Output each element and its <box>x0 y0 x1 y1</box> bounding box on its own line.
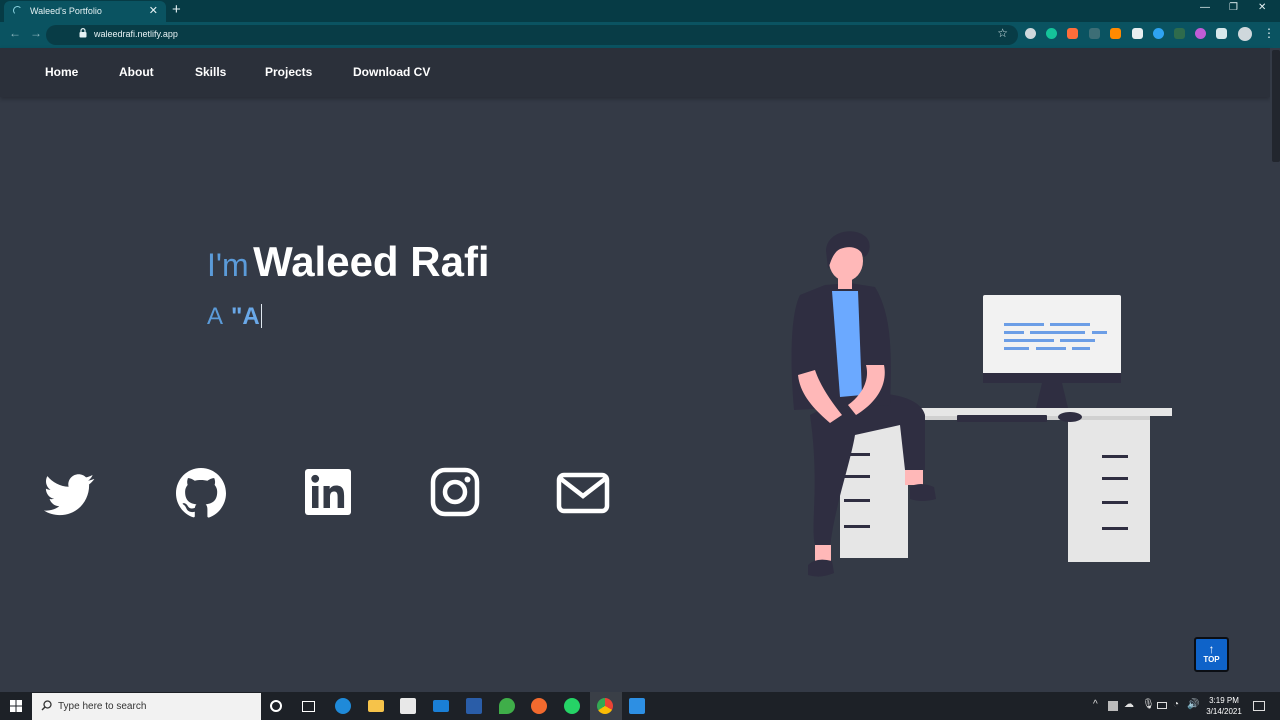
windows-start-icon[interactable] <box>0 692 32 720</box>
address-bar[interactable]: waleedrafi.netlify.app ☆ <box>46 25 1018 45</box>
hero-typing-line: A "A <box>207 303 263 331</box>
chrome-icon[interactable] <box>597 698 613 714</box>
extension-icon-6[interactable] <box>1132 28 1143 39</box>
edge-icon[interactable] <box>335 698 351 714</box>
tab-title: Waleed's Portfolio <box>30 6 102 16</box>
app-icon-5[interactable] <box>466 698 482 714</box>
tray-expand-icon[interactable]: ^ <box>1093 699 1098 710</box>
lock-icon <box>79 28 87 38</box>
taskbar-search-input[interactable]: Type here to search <box>32 693 261 720</box>
extension-icon-7[interactable] <box>1153 28 1164 39</box>
search-icon <box>41 700 52 711</box>
tab-close-icon[interactable]: ✕ <box>149 4 158 17</box>
clock-time: 3:19 PM <box>1209 696 1239 705</box>
hero-greeting: I'm <box>207 247 249 283</box>
camera-extension-icon[interactable] <box>1025 28 1036 39</box>
browser-tab[interactable]: Waleed's Portfolio ✕ <box>4 1 166 22</box>
cortana-icon[interactable] <box>270 700 282 712</box>
nav-home[interactable]: Home <box>45 65 78 79</box>
browser-toolbar: ← → ↻ waleedrafi.netlify.app ☆ ⋮ <box>0 22 1280 48</box>
nav-download-cv[interactable]: Download CV <box>353 65 430 79</box>
extension-icon-8[interactable] <box>1174 28 1185 39</box>
mail-icon[interactable] <box>556 466 610 520</box>
store-icon[interactable] <box>400 698 416 714</box>
loading-spinner-icon <box>13 6 22 15</box>
github-icon[interactable] <box>174 466 228 520</box>
task-view-icon[interactable] <box>302 701 315 712</box>
search-placeholder: Type here to search <box>58 701 147 712</box>
app-icon-6[interactable] <box>499 698 515 714</box>
whatsapp-icon[interactable] <box>564 698 580 714</box>
developer-desk-illustration <box>791 231 1172 577</box>
extension-icon-4[interactable] <box>1089 28 1100 39</box>
new-tab-button[interactable]: + <box>172 1 181 18</box>
volume-icon[interactable]: 🔊 <box>1187 699 1199 710</box>
hero-prefix: A <box>207 303 224 330</box>
nav-projects[interactable]: Projects <box>265 65 312 79</box>
minimize-button[interactable]: — <box>1200 2 1210 13</box>
extension-icon-3[interactable] <box>1067 28 1078 39</box>
arrow-up-icon: ↑ <box>1208 642 1215 656</box>
scrollbar-thumb[interactable] <box>1272 50 1280 162</box>
back-to-top-button[interactable]: ↑ TOP <box>1194 637 1229 672</box>
forward-button[interactable]: → <box>30 26 42 40</box>
extension-icon-5[interactable] <box>1110 28 1121 39</box>
notification-center-icon[interactable] <box>1253 701 1265 711</box>
wifi-icon[interactable]: ◔ <box>1173 699 1179 710</box>
windows-taskbar: Type here to search ^ ☁ 🎙 ◔ 🔊 3:19 PM 3/… <box>0 692 1280 720</box>
close-window-button[interactable]: ✕ <box>1258 2 1266 13</box>
nav-about[interactable]: About <box>119 65 154 79</box>
microphone-icon[interactable]: 🎙 <box>1142 699 1155 710</box>
profile-avatar[interactable] <box>1238 27 1252 41</box>
back-button[interactable]: ← <box>9 26 21 40</box>
system-clock[interactable]: 3:19 PM 3/14/2021 <box>1202 695 1246 717</box>
hero-heading: I'm Waleed Rafi <box>207 238 490 286</box>
hero-name: Waleed Rafi <box>253 238 490 285</box>
browser-menu-icon[interactable]: ⋮ <box>1263 26 1275 40</box>
nav-skills[interactable]: Skills <box>195 65 226 79</box>
url-text: waleedrafi.netlify.app <box>94 29 178 39</box>
onedrive-icon[interactable]: ☁ <box>1124 699 1134 710</box>
mail-app-icon[interactable] <box>433 700 449 712</box>
browser-tab-strip: Waleed's Portfolio ✕ + — ❐ ✕ <box>0 0 1280 22</box>
site-navbar: Home About Skills Projects Download CV <box>0 48 1270 97</box>
restore-button[interactable]: ❐ <box>1229 2 1238 13</box>
tray-app-icon[interactable] <box>1108 701 1118 711</box>
app-icon-7[interactable] <box>531 698 547 714</box>
linkedin-icon[interactable] <box>301 466 355 520</box>
puzzle-extensions-icon[interactable] <box>1216 28 1227 39</box>
color-picker-extension-icon[interactable] <box>1195 28 1206 39</box>
clock-date: 3/14/2021 <box>1206 707 1242 716</box>
instagram-icon[interactable] <box>428 466 482 520</box>
back-to-top-label: TOP <box>1203 655 1220 664</box>
grammarly-extension-icon[interactable] <box>1046 28 1057 39</box>
typing-caret <box>260 304 263 328</box>
bookmark-star-icon[interactable]: ☆ <box>997 26 1008 40</box>
twitter-icon[interactable] <box>42 466 96 520</box>
vscode-icon[interactable] <box>629 698 645 714</box>
file-explorer-icon[interactable] <box>368 700 384 712</box>
typed-text: "A <box>231 303 260 330</box>
battery-icon[interactable] <box>1157 702 1167 709</box>
